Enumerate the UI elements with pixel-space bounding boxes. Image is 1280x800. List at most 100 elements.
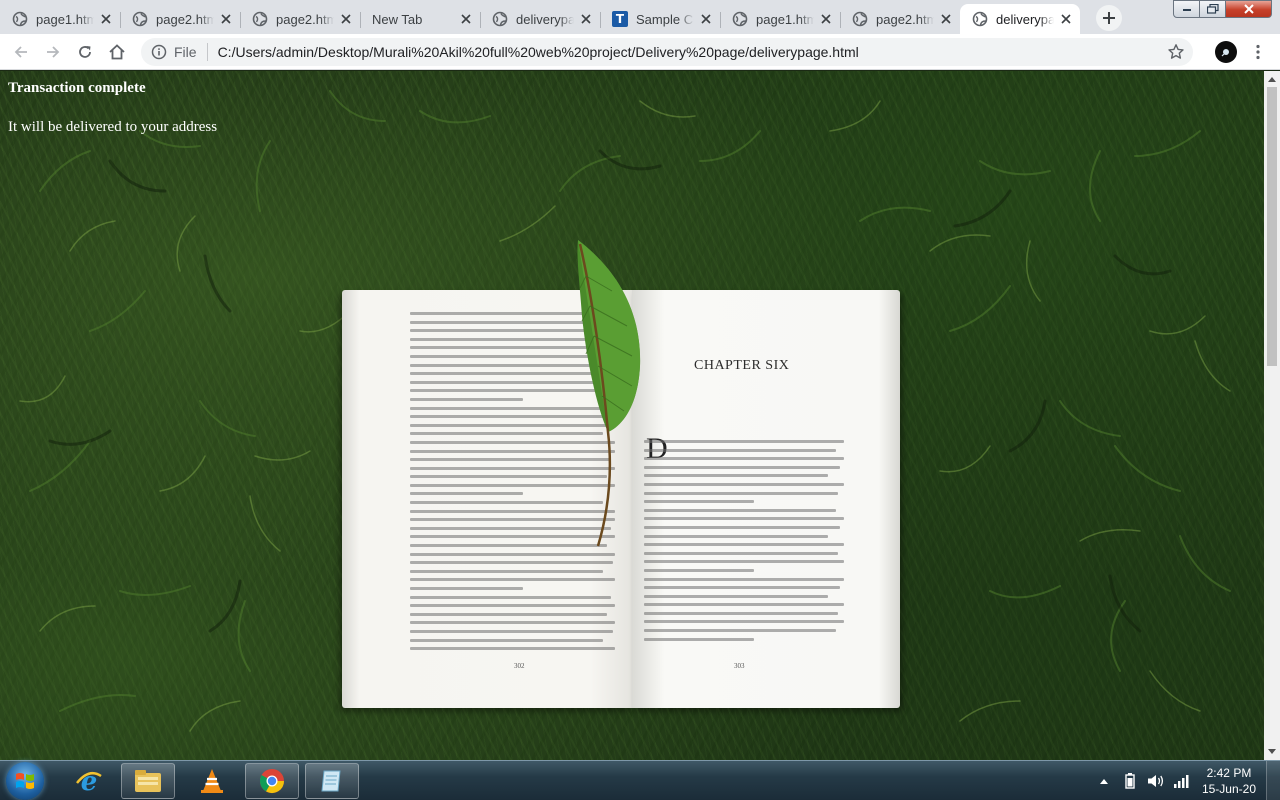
book-text-line [410, 595, 611, 599]
forward-button[interactable] [39, 38, 67, 66]
browser-tab[interactable]: page2.html [120, 4, 240, 34]
vertical-scrollbar[interactable] [1264, 71, 1280, 760]
browser-tab-active[interactable]: deliverypage.html [960, 4, 1080, 34]
profile-avatar[interactable] [1215, 41, 1237, 63]
kebab-menu-icon [1256, 44, 1260, 60]
back-arrow-icon [14, 45, 27, 58]
internet-explorer-taskbar-button[interactable]: e [62, 763, 116, 799]
browser-tab[interactable]: page2.html [240, 4, 360, 34]
open-book-image: 302 CHAPTER SIX D 303 [342, 240, 900, 712]
clock-time: 2:42 PM [1206, 766, 1252, 780]
avatar-icon [1221, 49, 1229, 57]
globe-icon [972, 11, 988, 27]
taskbar-clock[interactable]: 2:42 PM 15-Jun-20 [1202, 765, 1256, 797]
book-text-line [410, 492, 523, 496]
book-text-line [644, 457, 844, 461]
book-text-line [644, 620, 844, 624]
address-bar[interactable]: File C:/Users/admin/Desktop/Murali%20Aki… [141, 37, 1193, 66]
tab-close-icon[interactable] [458, 11, 474, 27]
show-hidden-icons-icon[interactable] [1094, 771, 1114, 791]
book-text-line [410, 647, 615, 651]
home-button[interactable] [103, 38, 131, 66]
tab-title: page1.html [36, 11, 94, 27]
tab-close-icon[interactable] [938, 11, 954, 27]
tab-close-icon[interactable] [338, 11, 354, 27]
tab-title: page2.html [876, 11, 934, 27]
tab-title: Sample Code [636, 11, 694, 27]
tab-close-icon[interactable] [1058, 11, 1074, 27]
scroll-up-arrow-icon[interactable] [1264, 71, 1280, 87]
url-text[interactable]: C:/Users/admin/Desktop/Murali%20Akil%20f… [218, 44, 859, 60]
book-text-line [644, 611, 838, 615]
volume-icon[interactable] [1146, 771, 1166, 791]
book-text-line [410, 638, 603, 642]
file-explorer-icon [135, 770, 161, 792]
book-text-line [644, 577, 844, 581]
browser-tab[interactable]: deliverypage.html [480, 4, 600, 34]
tab-title: deliverypage.html [996, 11, 1054, 27]
info-icon[interactable] [151, 44, 167, 60]
bookmark-star-icon[interactable] [1167, 43, 1185, 61]
scroll-down-arrow-icon[interactable] [1264, 744, 1280, 760]
tab-close-icon[interactable] [98, 11, 114, 27]
scheme-label: File [174, 43, 197, 60]
plus-icon [1103, 12, 1115, 24]
new-tab-button[interactable] [1096, 5, 1122, 31]
t-app-icon: T [612, 11, 628, 27]
reload-button[interactable] [71, 38, 99, 66]
right-page-text-block [644, 440, 844, 646]
book-text-line [644, 474, 828, 478]
vlc-icon [201, 769, 223, 793]
browser-toolbar: File C:/Users/admin/Desktop/Murali%20Aki… [0, 34, 1280, 70]
browser-tab-new-tab[interactable]: New Tab [360, 4, 480, 34]
notepad-taskbar-button[interactable] [305, 763, 359, 799]
book-text-line [644, 560, 844, 564]
tab-close-icon[interactable] [818, 11, 834, 27]
browser-tab[interactable]: page1.html [0, 4, 120, 34]
book-text-line [644, 543, 844, 547]
browser-tab[interactable]: page1.html [720, 4, 840, 34]
reload-icon [79, 45, 91, 58]
clock-date: 15-Jun-20 [1201, 782, 1256, 796]
vlc-taskbar-button[interactable] [185, 763, 239, 799]
restore-icon [1206, 4, 1219, 14]
book-text-line [410, 569, 603, 573]
book-text-line [410, 587, 523, 590]
book-text-line [644, 568, 754, 572]
globe-icon [732, 11, 748, 27]
address-separator [206, 42, 208, 61]
browser-tab[interactable]: T Sample Code [600, 4, 720, 34]
globe-icon [492, 11, 508, 27]
book-text-line [410, 578, 615, 582]
restore-button[interactable] [1200, 0, 1226, 18]
browser-tab[interactable]: page2.html [840, 4, 960, 34]
book-text-line [410, 612, 607, 616]
book-text-line [644, 440, 844, 443]
delivery-message: It will be delivered to your address [8, 119, 218, 135]
browser-menu-button[interactable] [1250, 40, 1266, 64]
book-text-line [644, 637, 754, 641]
internet-explorer-icon: e [76, 767, 102, 796]
chrome-icon [259, 769, 284, 794]
book-text-line [644, 491, 838, 495]
tab-close-icon[interactable] [218, 11, 234, 27]
battery-icon[interactable] [1120, 771, 1140, 791]
scrollbar-thumb[interactable] [1267, 87, 1277, 366]
window-controls [1173, 0, 1272, 18]
start-button[interactable] [6, 762, 44, 800]
minimize-button[interactable] [1173, 0, 1200, 18]
tab-close-icon[interactable] [698, 11, 714, 27]
forward-arrow-icon [47, 45, 60, 58]
system-tray: 2:42 PM 15-Jun-20 [1094, 761, 1280, 800]
file-explorer-taskbar-button[interactable] [121, 763, 175, 799]
close-window-button[interactable] [1226, 0, 1272, 18]
network-signal-icon[interactable] [1172, 771, 1192, 791]
right-page-number: 303 [734, 662, 745, 670]
notepad-icon [321, 770, 341, 792]
back-button[interactable] [7, 38, 35, 66]
page-viewport: Transaction complete It will be delivere… [0, 71, 1264, 760]
tab-close-icon[interactable] [578, 11, 594, 27]
show-desktop-button[interactable] [1266, 761, 1280, 800]
minimize-icon [1182, 9, 1191, 11]
chrome-taskbar-button[interactable] [245, 763, 299, 799]
